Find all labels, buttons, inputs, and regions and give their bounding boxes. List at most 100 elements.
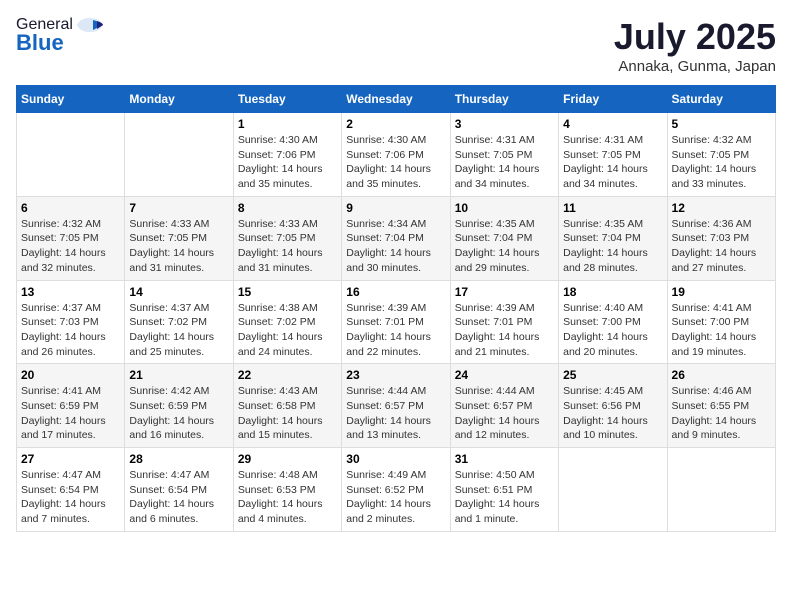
daylight-text: Daylight: 14 hours and 24 minutes.: [238, 330, 337, 359]
daylight-text: Daylight: 14 hours and 34 minutes.: [563, 162, 662, 191]
cell-info: Sunrise: 4:39 AM Sunset: 7:01 PM Dayligh…: [346, 301, 445, 360]
daylight-text: Daylight: 14 hours and 35 minutes.: [238, 162, 337, 191]
cell-info: Sunrise: 4:35 AM Sunset: 7:04 PM Dayligh…: [455, 217, 554, 276]
sunset-text: Sunset: 7:03 PM: [21, 315, 120, 330]
daylight-text: Daylight: 14 hours and 4 minutes.: [238, 497, 337, 526]
calendar-cell: 4 Sunrise: 4:31 AM Sunset: 7:05 PM Dayli…: [559, 113, 667, 197]
daylight-text: Daylight: 14 hours and 9 minutes.: [672, 414, 771, 443]
daylight-text: Daylight: 14 hours and 33 minutes.: [672, 162, 771, 191]
sunrise-text: Sunrise: 4:39 AM: [455, 301, 554, 316]
day-number: 26: [672, 368, 771, 382]
cell-info: Sunrise: 4:31 AM Sunset: 7:05 PM Dayligh…: [455, 133, 554, 192]
sunrise-text: Sunrise: 4:49 AM: [346, 468, 445, 483]
calendar-cell: [559, 448, 667, 532]
sunrise-text: Sunrise: 4:35 AM: [455, 217, 554, 232]
calendar-week-row: 13 Sunrise: 4:37 AM Sunset: 7:03 PM Dayl…: [17, 280, 776, 364]
cell-info: Sunrise: 4:39 AM Sunset: 7:01 PM Dayligh…: [455, 301, 554, 360]
daylight-text: Daylight: 14 hours and 1 minute.: [455, 497, 554, 526]
cell-info: Sunrise: 4:48 AM Sunset: 6:53 PM Dayligh…: [238, 468, 337, 527]
day-number: 3: [455, 117, 554, 131]
calendar-week-row: 20 Sunrise: 4:41 AM Sunset: 6:59 PM Dayl…: [17, 364, 776, 448]
sunrise-text: Sunrise: 4:32 AM: [21, 217, 120, 232]
sunrise-text: Sunrise: 4:45 AM: [563, 384, 662, 399]
logo-icon: [75, 16, 105, 34]
day-number: 2: [346, 117, 445, 131]
cell-info: Sunrise: 4:37 AM Sunset: 7:02 PM Dayligh…: [129, 301, 228, 360]
cell-info: Sunrise: 4:41 AM Sunset: 7:00 PM Dayligh…: [672, 301, 771, 360]
calendar-cell: 13 Sunrise: 4:37 AM Sunset: 7:03 PM Dayl…: [17, 280, 125, 364]
day-number: 5: [672, 117, 771, 131]
sunrise-text: Sunrise: 4:31 AM: [563, 133, 662, 148]
cell-info: Sunrise: 4:47 AM Sunset: 6:54 PM Dayligh…: [129, 468, 228, 527]
sunset-text: Sunset: 7:05 PM: [672, 148, 771, 163]
logo: General Blue: [16, 16, 105, 56]
sunrise-text: Sunrise: 4:33 AM: [238, 217, 337, 232]
day-number: 11: [563, 201, 662, 215]
cell-info: Sunrise: 4:36 AM Sunset: 7:03 PM Dayligh…: [672, 217, 771, 276]
day-number: 9: [346, 201, 445, 215]
calendar-cell: 1 Sunrise: 4:30 AM Sunset: 7:06 PM Dayli…: [233, 113, 341, 197]
day-number: 19: [672, 285, 771, 299]
sunrise-text: Sunrise: 4:39 AM: [346, 301, 445, 316]
sunrise-text: Sunrise: 4:42 AM: [129, 384, 228, 399]
weekday-header: Wednesday: [342, 86, 450, 113]
calendar-cell: 17 Sunrise: 4:39 AM Sunset: 7:01 PM Dayl…: [450, 280, 558, 364]
calendar-cell: 5 Sunrise: 4:32 AM Sunset: 7:05 PM Dayli…: [667, 113, 775, 197]
sunrise-text: Sunrise: 4:47 AM: [129, 468, 228, 483]
sunset-text: Sunset: 6:53 PM: [238, 483, 337, 498]
day-number: 7: [129, 201, 228, 215]
cell-info: Sunrise: 4:49 AM Sunset: 6:52 PM Dayligh…: [346, 468, 445, 527]
weekday-header: Thursday: [450, 86, 558, 113]
sunset-text: Sunset: 7:04 PM: [455, 231, 554, 246]
sunrise-text: Sunrise: 4:33 AM: [129, 217, 228, 232]
daylight-text: Daylight: 14 hours and 6 minutes.: [129, 497, 228, 526]
calendar-cell: 14 Sunrise: 4:37 AM Sunset: 7:02 PM Dayl…: [125, 280, 233, 364]
cell-info: Sunrise: 4:32 AM Sunset: 7:05 PM Dayligh…: [21, 217, 120, 276]
sunset-text: Sunset: 7:05 PM: [129, 231, 228, 246]
sunrise-text: Sunrise: 4:31 AM: [455, 133, 554, 148]
calendar-cell: 29 Sunrise: 4:48 AM Sunset: 6:53 PM Dayl…: [233, 448, 341, 532]
calendar-cell: [17, 113, 125, 197]
logo-blue-text: Blue: [16, 30, 64, 56]
weekday-header: Sunday: [17, 86, 125, 113]
cell-info: Sunrise: 4:37 AM Sunset: 7:03 PM Dayligh…: [21, 301, 120, 360]
sunset-text: Sunset: 7:06 PM: [346, 148, 445, 163]
calendar-cell: 6 Sunrise: 4:32 AM Sunset: 7:05 PM Dayli…: [17, 196, 125, 280]
daylight-text: Daylight: 14 hours and 19 minutes.: [672, 330, 771, 359]
weekday-header: Saturday: [667, 86, 775, 113]
sunset-text: Sunset: 7:00 PM: [563, 315, 662, 330]
daylight-text: Daylight: 14 hours and 31 minutes.: [238, 246, 337, 275]
calendar-week-row: 27 Sunrise: 4:47 AM Sunset: 6:54 PM Dayl…: [17, 448, 776, 532]
sunrise-text: Sunrise: 4:35 AM: [563, 217, 662, 232]
daylight-text: Daylight: 14 hours and 20 minutes.: [563, 330, 662, 359]
calendar-cell: 27 Sunrise: 4:47 AM Sunset: 6:54 PM Dayl…: [17, 448, 125, 532]
calendar-cell: 22 Sunrise: 4:43 AM Sunset: 6:58 PM Dayl…: [233, 364, 341, 448]
sunrise-text: Sunrise: 4:37 AM: [129, 301, 228, 316]
day-number: 25: [563, 368, 662, 382]
daylight-text: Daylight: 14 hours and 35 minutes.: [346, 162, 445, 191]
sunrise-text: Sunrise: 4:32 AM: [672, 133, 771, 148]
cell-info: Sunrise: 4:45 AM Sunset: 6:56 PM Dayligh…: [563, 384, 662, 443]
sunset-text: Sunset: 6:57 PM: [346, 399, 445, 414]
weekday-header: Tuesday: [233, 86, 341, 113]
calendar-cell: 15 Sunrise: 4:38 AM Sunset: 7:02 PM Dayl…: [233, 280, 341, 364]
daylight-text: Daylight: 14 hours and 12 minutes.: [455, 414, 554, 443]
day-number: 12: [672, 201, 771, 215]
calendar-cell: 7 Sunrise: 4:33 AM Sunset: 7:05 PM Dayli…: [125, 196, 233, 280]
location: Annaka, Gunma, Japan: [614, 58, 776, 75]
day-number: 4: [563, 117, 662, 131]
cell-info: Sunrise: 4:32 AM Sunset: 7:05 PM Dayligh…: [672, 133, 771, 192]
sunset-text: Sunset: 7:00 PM: [672, 315, 771, 330]
sunrise-text: Sunrise: 4:41 AM: [672, 301, 771, 316]
day-number: 27: [21, 452, 120, 466]
page-header: General Blue July 2025 Annaka, Gunma, Ja…: [16, 16, 776, 75]
day-number: 21: [129, 368, 228, 382]
day-number: 8: [238, 201, 337, 215]
daylight-text: Daylight: 14 hours and 15 minutes.: [238, 414, 337, 443]
sunset-text: Sunset: 7:06 PM: [238, 148, 337, 163]
cell-info: Sunrise: 4:34 AM Sunset: 7:04 PM Dayligh…: [346, 217, 445, 276]
cell-info: Sunrise: 4:41 AM Sunset: 6:59 PM Dayligh…: [21, 384, 120, 443]
daylight-text: Daylight: 14 hours and 17 minutes.: [21, 414, 120, 443]
day-number: 22: [238, 368, 337, 382]
calendar-cell: 18 Sunrise: 4:40 AM Sunset: 7:00 PM Dayl…: [559, 280, 667, 364]
